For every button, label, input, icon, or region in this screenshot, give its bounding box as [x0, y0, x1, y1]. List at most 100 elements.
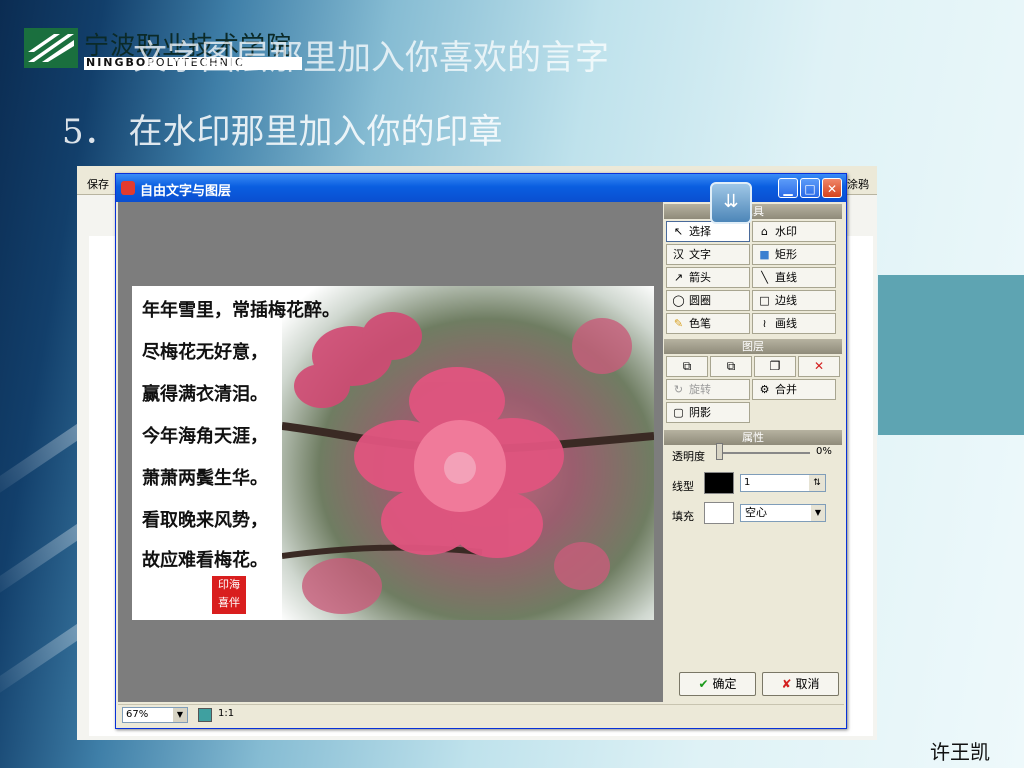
rectangle-icon: ■ — [759, 248, 770, 261]
actual-size-button[interactable]: 1:1 — [218, 708, 234, 719]
rotate-button[interactable]: ↻ 旋转 — [666, 379, 750, 400]
tool-label: 水印 — [775, 225, 797, 238]
cross-icon: ✘ — [781, 677, 792, 691]
fill-color-swatch[interactable] — [704, 502, 734, 524]
cursor-arrow-icon: ↖ — [673, 225, 684, 238]
tool-button-ellipse[interactable]: ◯ 圆圈 — [666, 290, 750, 311]
send-backward-button[interactable]: ⧉ — [710, 356, 752, 377]
decorative-teal-block — [878, 275, 1024, 435]
arrow-icon: ↗ — [673, 271, 684, 284]
tool-label: 画线 — [775, 317, 797, 330]
merge-label: 合并 — [775, 383, 797, 396]
slide-text-line-2: 5． 在水印那里加入你的印章 — [62, 112, 503, 152]
tool-label: 选择 — [689, 225, 711, 238]
tool-panel: 工具 ↖ 选择 ⌂ 水印汉文字 ■ 矩形 ↗ 箭头 ╲ 直线 ◯ 圆圈 □ 边线 ✎ 色笔 ≀ 画线 图层 ⧉ ⧉ ❐… — [664, 202, 842, 702]
tool-button-arrow[interactable]: ↗ 箭头 — [666, 267, 750, 288]
edited-image[interactable]: 年年雪里，常插梅花醉。 尽梅花无好意， 赢得满衣清泪。 今年海角天涯， 萧萧两鬓… — [132, 286, 654, 620]
properties-section-header: 属性 — [664, 430, 842, 445]
text-layer-dialog: 自由文字与图层 ▁ □ ✕ 年年雪里，常插梅花醉。 尽梅花无好意， 赢得满衣清泪… — [115, 173, 847, 729]
send-backward-icon: ⧉ — [726, 359, 736, 373]
tool-button-text[interactable]: 汉文字 — [666, 244, 750, 265]
author-signature: 许王凯 — [930, 740, 990, 764]
logo-mark-icon — [24, 28, 78, 68]
copy-layer-button[interactable]: ❐ — [754, 356, 796, 377]
tool-button-border[interactable]: □ 边线 — [752, 290, 836, 311]
line-width-value: 1 — [744, 477, 751, 488]
copy-layer-icon: ❐ — [769, 359, 781, 373]
line-icon: ╲ — [761, 271, 768, 284]
zoom-select[interactable]: 67% ▼ — [122, 707, 188, 723]
cancel-button[interactable]: ✘ 取消 — [762, 672, 839, 696]
save-button[interactable]: 保存 — [87, 176, 109, 192]
cancel-label: 取消 — [795, 677, 820, 691]
chevron-down-icon[interactable]: ▼ — [173, 708, 187, 722]
maximize-button[interactable]: □ — [800, 178, 820, 198]
layers-section-header: 图层 — [664, 339, 842, 354]
opacity-slider-thumb[interactable] — [716, 443, 723, 460]
scroll-down-icon[interactable]: ⇊ — [710, 182, 752, 224]
tool-button-line[interactable]: ╲ 直线 — [752, 267, 836, 288]
text-icon: 汉 — [673, 248, 684, 261]
poem-line: 赢得满衣清泪。 — [142, 384, 268, 405]
dialog-title: 自由文字与图层 — [140, 184, 232, 199]
daub-button[interactable]: 涂鸦 — [847, 176, 869, 192]
opacity-slider-track[interactable] — [720, 452, 810, 454]
image-canvas-area[interactable]: 年年雪里，常插梅花醉。 尽梅花无好意， 赢得满衣清泪。 今年海角天涯， 萧萧两鬓… — [118, 202, 663, 702]
rotate-icon: ↻ — [673, 383, 684, 396]
bring-forward-icon: ⧉ — [682, 359, 692, 373]
ok-label: 确定 — [712, 677, 737, 691]
tool-label: 圆圈 — [689, 294, 711, 307]
plum-blossom-photo — [281, 286, 654, 620]
line-width-input[interactable]: 1 ⇅ — [740, 474, 826, 492]
seal-text-line: 喜伴 — [218, 596, 240, 609]
tool-label: 直线 — [775, 271, 797, 284]
tool-label: 色笔 — [689, 317, 711, 330]
opacity-label: 透明度 — [672, 450, 705, 463]
tools-section-header: 工具 — [664, 204, 842, 219]
fit-window-icon[interactable] — [198, 708, 212, 722]
shadow-label: 阴影 — [689, 406, 711, 419]
poem-line: 今年海角天涯， — [142, 426, 268, 447]
tool-button-pen[interactable]: ✎ 色笔 — [666, 313, 750, 334]
shadow-icon: ▢ — [673, 406, 684, 419]
tool-button-cursor-arrow[interactable]: ↖ 选择 — [666, 221, 750, 242]
plum-blossom-illustration — [281, 312, 654, 614]
poem-line: 萧萧两鬓生华。 — [142, 468, 268, 489]
slide-text-line-1: 文字图层那里加入你喜欢的言字 — [133, 38, 609, 78]
delete-layer-button[interactable]: ✕ — [798, 356, 840, 377]
chevron-down-icon[interactable]: ▼ — [811, 505, 825, 521]
tool-label: 箭头 — [689, 271, 711, 284]
ok-button[interactable]: ✔ 确定 — [679, 672, 756, 696]
fill-label: 填充 — [672, 510, 694, 523]
seal-text-line: 印海 — [218, 578, 240, 591]
freehand-icon: ≀ — [762, 317, 767, 330]
poem-line: 故应难看梅花。 — [142, 550, 268, 571]
border-icon: □ — [759, 294, 770, 307]
close-button[interactable]: ✕ — [822, 178, 842, 198]
status-bar: 67% ▼ 1:1 — [118, 704, 844, 727]
bring-forward-button[interactable]: ⧉ — [666, 356, 708, 377]
poem-line: 看取晚来风势， — [142, 510, 268, 531]
tool-button-watermark[interactable]: ⌂ 水印 — [752, 221, 836, 242]
minimize-button[interactable]: ▁ — [778, 178, 798, 198]
seal-stamp: 印海 喜伴 — [212, 576, 246, 614]
tool-label: 矩形 — [775, 248, 797, 261]
tool-label: 文字 — [689, 248, 711, 261]
delete-layer-icon: ✕ — [813, 359, 825, 373]
zoom-value: 67% — [126, 709, 149, 720]
merge-button[interactable]: ⚙ 合并 — [752, 379, 836, 400]
tool-label: 边线 — [775, 294, 797, 307]
tool-button-freehand[interactable]: ≀ 画线 — [752, 313, 836, 334]
tool-button-rectangle[interactable]: ■ 矩形 — [752, 244, 836, 265]
ellipse-icon: ◯ — [672, 294, 685, 307]
fill-mode-select[interactable]: 空心 ▼ — [740, 504, 826, 522]
pen-icon: ✎ — [673, 317, 684, 330]
line-color-swatch[interactable] — [704, 472, 734, 494]
opacity-value: 0% — [816, 446, 832, 457]
fill-mode-value: 空心 — [745, 506, 767, 519]
shadow-button[interactable]: ▢ 阴影 — [666, 402, 750, 423]
app-icon — [121, 181, 135, 195]
checkmark-icon: ✔ — [698, 677, 709, 691]
line-style-label: 线型 — [672, 480, 694, 493]
line-width-spin-icon[interactable]: ⇅ — [809, 475, 825, 491]
